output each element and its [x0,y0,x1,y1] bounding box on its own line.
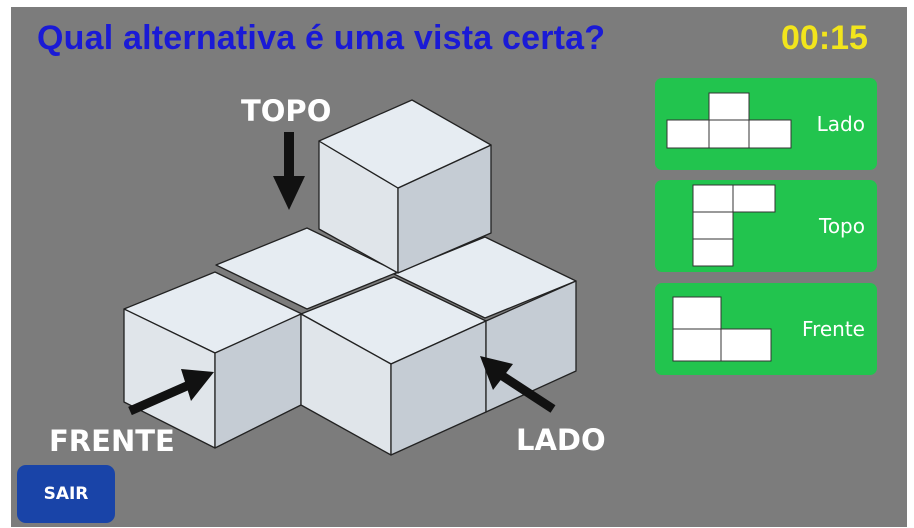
top-view-icon [692,184,776,267]
side-view-icon [666,92,792,149]
exit-button[interactable]: SAIR [17,465,115,523]
option-lado[interactable]: Lado [655,78,877,170]
exit-button-label: SAIR [43,484,89,504]
option-frente[interactable]: Frente [655,283,877,375]
front-view-icon [672,296,772,362]
option-label: Lado [816,112,865,136]
option-topo[interactable]: Topo [655,180,877,272]
top-label: TOPO [241,94,331,128]
front-label: FRENTE [49,424,175,458]
option-label: Topo [819,214,865,238]
side-label: LADO [516,423,606,457]
top-arrow [273,132,305,210]
game-screen: Qual alternativa é uma vista certa? 00:1… [11,7,907,527]
option-label: Frente [802,317,865,341]
